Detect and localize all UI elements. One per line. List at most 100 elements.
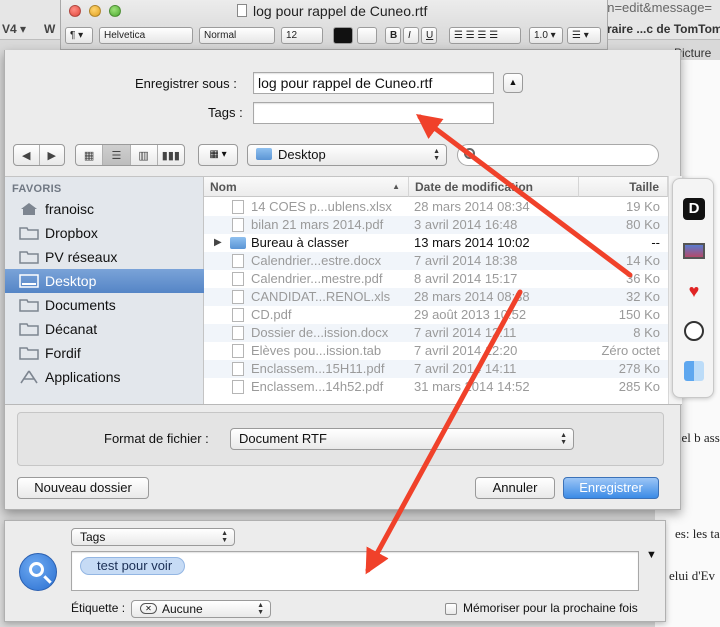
sidebar-item-fordif[interactable]: Fordif	[5, 341, 204, 365]
highlight-color-well[interactable]	[357, 27, 377, 44]
font-size-field[interactable]: 12	[281, 27, 323, 44]
sidebar-item-desktop[interactable]: Desktop	[5, 269, 204, 293]
file-date: 31 mars 2014 14:52	[414, 379, 530, 394]
sheet-divider	[5, 404, 682, 405]
sidebar-item-pv-reseaux[interactable]: PV réseaux	[5, 245, 204, 269]
sidebar-item-dropbox[interactable]: Dropbox	[5, 221, 204, 245]
column-header-date[interactable]: Date de modification	[409, 177, 579, 197]
file-list: Nom ▲ Date de modification Taille 14 COES…	[204, 176, 668, 404]
format-value: Document RTF	[239, 431, 327, 446]
view-mode-buttons: ▦ ☰ ▥ ▮▮▮	[75, 144, 185, 166]
cancel-button[interactable]: Annuler	[475, 477, 555, 499]
minimize-window-button[interactable]	[89, 5, 101, 17]
sidebar-item-decanat[interactable]: Décanat	[5, 317, 204, 341]
folder-icon	[230, 237, 246, 249]
zoom-window-button[interactable]	[109, 5, 121, 17]
search-icon	[464, 148, 475, 159]
file-row[interactable]: bilan 21 mars 2014.pdf 3 avril 2014 16:48…	[204, 216, 668, 234]
file-icon	[232, 290, 244, 304]
bold-button[interactable]: B	[385, 27, 401, 44]
tag-input-field[interactable]: test pour voir	[71, 551, 639, 591]
location-popup[interactable]: Desktop ▲ ▼	[247, 144, 447, 166]
label-popup[interactable]: ✕ Aucune ▲ ▼	[131, 600, 271, 618]
background-tab-v4[interactable]: V4 ▾	[2, 22, 26, 36]
coverflow-view-icon[interactable]: ▮▮▮	[158, 145, 184, 165]
folder-row[interactable]: ▶ Bureau à classer 13 mars 2014 10:02 --	[204, 234, 668, 252]
file-size: 14 Ko	[626, 253, 660, 268]
list-style-popup[interactable]: ☰ ▾	[567, 27, 601, 44]
line-spacing-popup[interactable]: 1.0 ▾	[529, 27, 563, 44]
file-name: Bureau à classer	[251, 235, 349, 250]
background-tab-w[interactable]: W	[44, 22, 55, 36]
forward-button[interactable]: ▶	[40, 145, 65, 165]
expand-triangle-icon[interactable]: ▼	[646, 549, 657, 561]
italic-button[interactable]: I	[403, 27, 419, 44]
file-row[interactable]: Elèves pou...ission.tab 7 avril 2014 12:2…	[204, 342, 668, 360]
file-row[interactable]: CD.pdf 29 août 2013 10:52 150 Ko	[204, 306, 668, 324]
textedit-format-bar: ¶ ▾ Helvetica Normal 12 B I U ☰ ☰ ☰ ☰ 1.…	[61, 25, 609, 47]
font-style-popup[interactable]: Normal	[199, 27, 275, 44]
no-label-icon: ✕	[140, 603, 157, 614]
save-as-field[interactable]: log pour rappel de Cuneo.rtf	[253, 72, 494, 94]
tags-popup[interactable]: Tags ▲ ▼	[71, 528, 235, 546]
save-button[interactable]: Enregistrer	[563, 477, 659, 499]
paragraph-style-popup[interactable]: ¶ ▾	[65, 27, 93, 44]
new-folder-button[interactable]: Nouveau dossier	[17, 477, 149, 499]
file-date: 29 août 2013 10:52	[414, 307, 527, 322]
file-row[interactable]: Enclassem...15H11.pdf 7 avril 2014 14:11 2…	[204, 360, 668, 378]
heart-icon[interactable]: ♥	[682, 279, 706, 303]
close-window-button[interactable]	[69, 5, 81, 17]
window-title: log pour rappel de Cuneo.rtf	[237, 3, 427, 19]
finder-icon[interactable]	[682, 359, 706, 383]
folder-icon	[19, 251, 39, 264]
font-family-popup[interactable]: Helvetica	[99, 27, 193, 44]
documents-icon	[19, 299, 39, 312]
background-text-line: es: les tag	[675, 526, 720, 541]
file-row[interactable]: Calendrier...estre.docx 7 avril 2014 18:3…	[204, 252, 668, 270]
arrange-popup[interactable]: ▦ ▾	[198, 144, 238, 166]
window-title-text: log pour rappel de Cuneo.rtf	[253, 3, 428, 19]
format-popup[interactable]: Document RTF ▲ ▼	[230, 428, 574, 450]
tags-field[interactable]	[253, 102, 494, 124]
display-icon[interactable]	[682, 239, 706, 263]
column-header-size[interactable]: Taille	[579, 177, 668, 197]
file-row[interactable]: Enclassem...14h52.pdf 31 mars 2014 14:52 2…	[204, 378, 668, 396]
list-view-icon[interactable]: ☰	[103, 145, 131, 165]
file-name: Enclassem...14h52.pdf	[251, 379, 384, 394]
sidebar-item-documents[interactable]: Documents	[5, 293, 204, 317]
save-dialog-sheet: Enregistrer sous : log pour rappel de Cu…	[4, 50, 682, 510]
sidebar-item-home[interactable]: franoisc	[5, 197, 204, 221]
background-tab-tomtom[interactable]: raire ...c de TomTom	[607, 22, 720, 36]
tag-chip[interactable]: test pour voir	[80, 557, 186, 575]
file-row[interactable]: 14 COES p...ublens.xlsx 28 mars 2014 08:3…	[204, 198, 668, 216]
folder-icon	[19, 227, 39, 240]
file-date: 7 avril 2014 14:11	[414, 361, 517, 376]
alignment-buttons[interactable]: ☰ ☰ ☰ ☰	[449, 27, 521, 44]
sidebar-item-label: Fordif	[45, 345, 81, 361]
file-date: 7 avril 2014 12:20	[414, 343, 518, 358]
underline-button[interactable]: U	[421, 27, 437, 44]
file-name: Dossier de...ission.docx	[251, 325, 389, 340]
collapse-dialog-button[interactable]: ▲	[503, 73, 523, 93]
file-row[interactable]: CANDIDAT...RENOL.xls 28 mars 2014 08:38 32…	[204, 288, 668, 306]
column-view-icon[interactable]: ▥	[131, 145, 158, 165]
remember-checkbox[interactable]	[445, 603, 457, 615]
dashcode-icon[interactable]: D	[682, 197, 706, 221]
back-button[interactable]: ◀	[14, 145, 40, 165]
document-icon	[237, 4, 247, 17]
clock-icon[interactable]	[682, 319, 706, 343]
column-header-name[interactable]: Nom ▲	[204, 177, 409, 197]
file-row[interactable]: Calendrier...mestre.pdf 8 avril 2014 15:1…	[204, 270, 668, 288]
search-field[interactable]	[457, 144, 659, 166]
file-row[interactable]: Dossier de...ission.docx 7 avril 2014 12:…	[204, 324, 668, 342]
file-icon	[232, 362, 244, 376]
file-date: 7 avril 2014 18:38	[414, 253, 518, 268]
file-size: 278 Ko	[618, 361, 660, 376]
file-date: 13 mars 2014 10:02	[414, 235, 530, 250]
folder-icon	[19, 347, 39, 360]
icon-view-icon[interactable]: ▦	[76, 145, 104, 165]
disclosure-triangle-icon[interactable]: ▶	[214, 234, 222, 252]
file-icon	[232, 254, 244, 268]
sidebar-item-applications[interactable]: Applications	[5, 365, 204, 389]
text-color-well[interactable]	[333, 27, 353, 44]
